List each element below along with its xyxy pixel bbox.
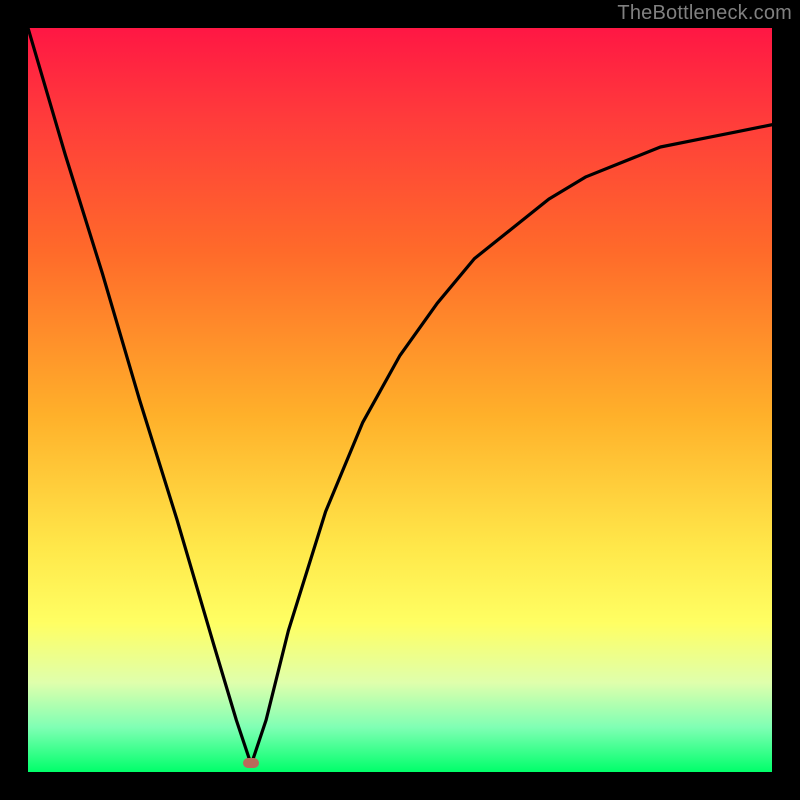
curve-path [28, 28, 772, 765]
chart-frame: TheBottleneck.com [0, 0, 800, 800]
bottleneck-curve [28, 28, 772, 772]
optimum-marker [243, 758, 259, 768]
attribution-label: TheBottleneck.com [617, 2, 792, 25]
plot-area [28, 28, 772, 772]
